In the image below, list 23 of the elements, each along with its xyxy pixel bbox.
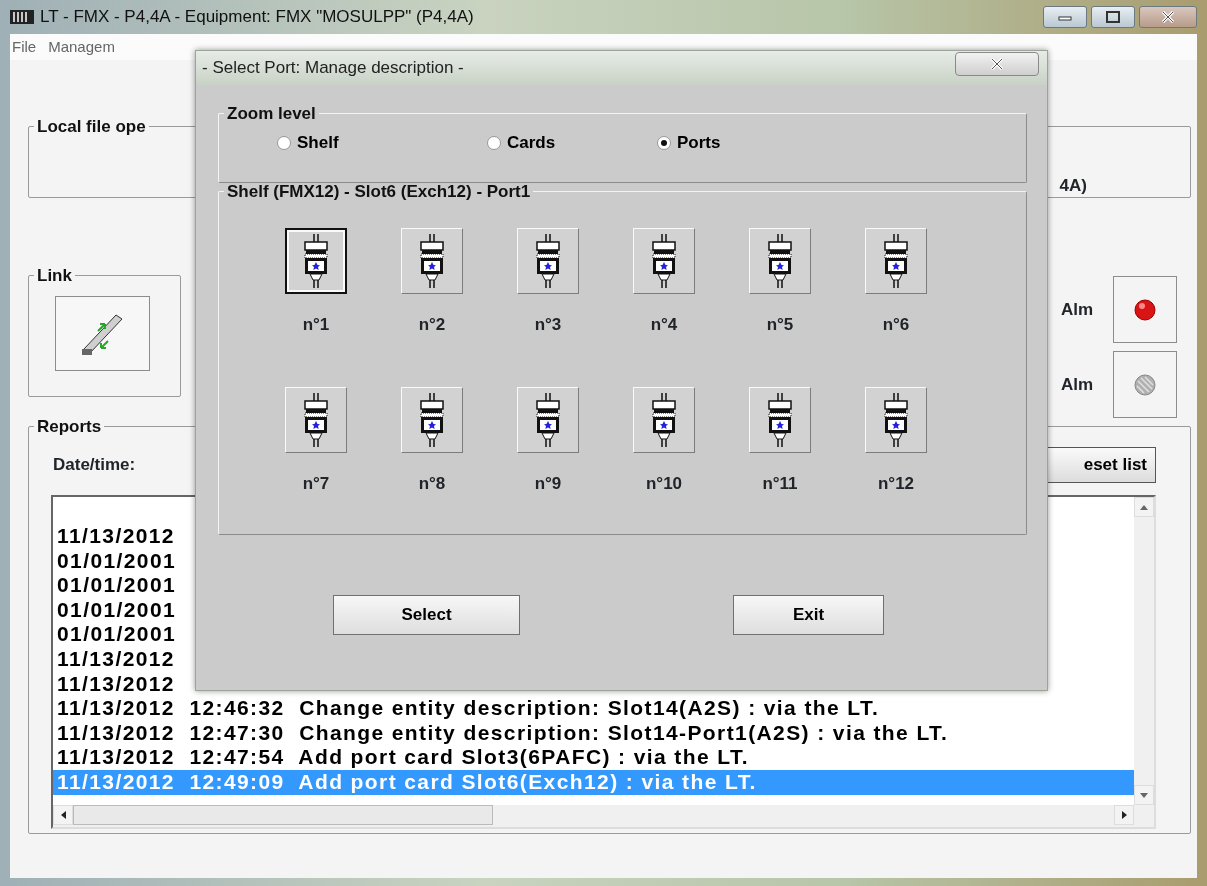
equipment-label: 4A) bbox=[1059, 175, 1088, 197]
port-label: n°9 bbox=[534, 475, 562, 492]
group-title: Reports bbox=[36, 418, 103, 435]
port-label: n°6 bbox=[882, 316, 910, 333]
group-title: Link bbox=[36, 267, 73, 284]
port-label: n°5 bbox=[766, 316, 794, 333]
group-title: Zoom level bbox=[226, 105, 317, 122]
date-time-label: Date/time: bbox=[53, 454, 136, 477]
port-label: n°7 bbox=[302, 475, 330, 492]
port-label: n°11 bbox=[762, 475, 798, 492]
group-title: Local file ope bbox=[36, 118, 147, 135]
port-label: n°3 bbox=[534, 316, 562, 333]
port-label: n°8 bbox=[418, 475, 446, 492]
port-label: n°12 bbox=[877, 475, 915, 492]
port-label: n°2 bbox=[418, 316, 446, 333]
window-title: LT - FMX - P4,4A - Equipment: FMX "MOSULPP" (P4,4A) bbox=[40, 6, 474, 29]
alarm-label: Alm bbox=[1060, 373, 1093, 396]
port-label: n°4 bbox=[650, 316, 678, 333]
dialog-title: - Select Port: Manage description - bbox=[202, 57, 464, 80]
port-label: n°1 bbox=[302, 316, 330, 333]
alarm-label: Alm bbox=[1060, 298, 1093, 321]
port-label: n°10 bbox=[645, 475, 683, 492]
group-title: Shelf (FMX12) - Slot6 (Exch12) - Port1 bbox=[226, 183, 532, 200]
